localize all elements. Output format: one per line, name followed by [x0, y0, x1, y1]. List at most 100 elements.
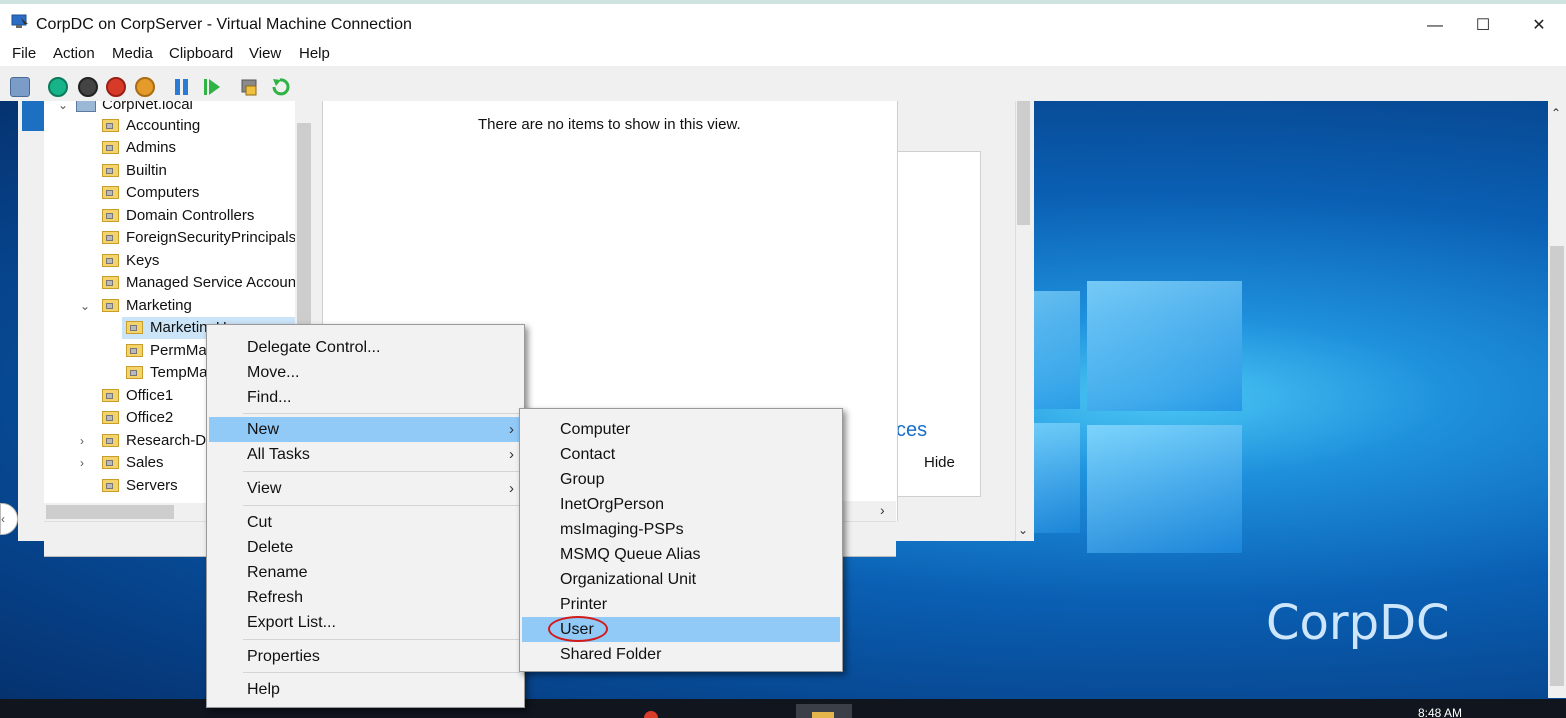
- ou-folder-icon: [102, 119, 119, 132]
- aduc-scroll-thumb[interactable]: [1017, 101, 1030, 225]
- menu-view[interactable]: View: [249, 45, 281, 62]
- menu-item-label: Shared Folder: [560, 646, 662, 663]
- revert-icon[interactable]: [270, 77, 290, 97]
- menu-item-label: MSMQ Queue Alias: [560, 546, 701, 563]
- tree-item-label: Builtin: [126, 162, 167, 179]
- tree-item-managed-service-accounts[interactable]: Managed Service Accounts: [102, 272, 308, 294]
- tree-hscroll-thumb[interactable]: [46, 505, 174, 519]
- logo-pane-tr: [1087, 281, 1242, 411]
- menu-item-move[interactable]: Move...: [209, 360, 522, 385]
- menu-item-new[interactable]: New ›: [209, 417, 522, 442]
- chevron-down-icon[interactable]: ⌄: [80, 295, 90, 317]
- pause-icon-bar: [183, 79, 188, 95]
- tree-item-label: Domain Controllers: [126, 207, 255, 224]
- pause-icon[interactable]: [175, 79, 180, 95]
- submenu-item-shared-folder[interactable]: Shared Folder: [522, 642, 840, 667]
- chevron-right-icon[interactable]: ›: [80, 452, 84, 474]
- chevron-up-icon[interactable]: ⌃: [1551, 106, 1561, 120]
- tree-item-domain-controllers[interactable]: Domain Controllers: [102, 205, 254, 227]
- menu-item-all-tasks[interactable]: All Tasks ›: [209, 442, 522, 467]
- menu-item-label: Delete: [247, 539, 294, 556]
- tree-item-accounting[interactable]: Accounting: [102, 115, 200, 137]
- tree-item-office2[interactable]: Office2: [102, 407, 173, 429]
- submenu-item-group[interactable]: Group: [522, 467, 840, 492]
- menu-media[interactable]: Media: [112, 45, 153, 62]
- start-icon[interactable]: [48, 77, 68, 97]
- menu-separator: [243, 471, 520, 472]
- tree-item-keys[interactable]: Keys: [102, 250, 159, 272]
- ou-folder-icon: [102, 141, 119, 154]
- ou-folder-icon: [102, 456, 119, 469]
- menu-separator: [243, 505, 520, 506]
- menu-separator: [243, 672, 520, 673]
- folder-icon: [102, 231, 119, 244]
- submenu-item-contact[interactable]: Contact: [522, 442, 840, 467]
- tree-item-label: Accounting: [126, 117, 201, 134]
- tree-item-label: Computers: [126, 184, 200, 201]
- tree-item-label: Office1: [126, 387, 174, 404]
- tree-item-office1[interactable]: Office1: [102, 385, 173, 407]
- menu-item-label: Move...: [247, 364, 300, 381]
- services-link[interactable]: ces: [896, 419, 927, 442]
- tree-item-label: Managed Service Accounts: [126, 274, 308, 291]
- hide-link[interactable]: Hide: [924, 454, 955, 471]
- menu-item-delete[interactable]: Delete: [209, 535, 522, 560]
- chevron-right-icon[interactable]: ›: [880, 502, 885, 518]
- context-menu: Delegate Control... Move... Find... New ›…: [206, 324, 525, 708]
- tree-item-computers[interactable]: Computers: [102, 182, 199, 204]
- tree-item-permmar[interactable]: PermMar: [126, 340, 212, 362]
- folder-icon: [812, 712, 834, 718]
- folder-icon: [102, 186, 119, 199]
- maximize-button[interactable]: ☐: [1460, 12, 1506, 40]
- tree-item-builtin[interactable]: Builtin: [102, 160, 167, 182]
- checkpoint-icon[interactable]: [240, 78, 260, 96]
- menu-item-cut[interactable]: Cut: [209, 510, 522, 535]
- submenu-item-organizational-unit[interactable]: Organizational Unit: [522, 567, 840, 592]
- shutdown-icon[interactable]: [106, 77, 126, 97]
- menu-item-find[interactable]: Find...: [209, 385, 522, 410]
- submenu-item-printer[interactable]: Printer: [522, 592, 840, 617]
- domain-icon: [76, 101, 96, 112]
- menu-item-view[interactable]: View ›: [209, 476, 522, 501]
- ou-folder-icon: [126, 366, 143, 379]
- menu-item-label: msImaging-PSPs: [560, 521, 684, 538]
- taskbar-clock[interactable]: 8:48 AM: [1418, 706, 1462, 718]
- menu-bar: File Action Media Clipboard View Help: [0, 38, 1566, 66]
- tree-item-label: Keys: [126, 252, 160, 269]
- folder-icon: [102, 164, 119, 177]
- menu-item-rename[interactable]: Rename: [209, 560, 522, 585]
- turn-off-icon[interactable]: [78, 77, 98, 97]
- taskbar-app-icon[interactable]: [644, 711, 658, 718]
- menu-item-refresh[interactable]: Refresh: [209, 585, 522, 610]
- tree-item-servers[interactable]: Servers: [102, 475, 178, 497]
- menu-item-help[interactable]: Help: [209, 677, 522, 702]
- tree-item-tempmar[interactable]: TempMar: [126, 362, 213, 384]
- menu-file[interactable]: File: [12, 45, 36, 62]
- ctrl-alt-del-icon[interactable]: [10, 77, 30, 97]
- ou-folder-icon: [102, 479, 119, 492]
- annotation-circle: [548, 616, 608, 642]
- menu-clipboard[interactable]: Clipboard: [169, 45, 233, 62]
- submenu-item-inetorgperson[interactable]: InetOrgPerson: [522, 492, 840, 517]
- chevron-right-icon[interactable]: ›: [80, 430, 84, 452]
- vm-vscroll-thumb[interactable]: [1550, 246, 1564, 686]
- logo-pane-bl: [1032, 423, 1080, 533]
- menu-action[interactable]: Action: [53, 45, 95, 62]
- reset-icon[interactable]: [203, 78, 221, 96]
- tree-item-foreign-security-principals[interactable]: ForeignSecurityPrincipals: [102, 227, 296, 249]
- menu-item-export-list[interactable]: Export List...: [209, 610, 522, 635]
- menu-item-properties[interactable]: Properties: [209, 644, 522, 669]
- menu-help[interactable]: Help: [299, 45, 330, 62]
- chevron-down-icon[interactable]: ⌄: [1018, 523, 1028, 537]
- save-icon[interactable]: [135, 77, 155, 97]
- close-button[interactable]: ✕: [1516, 12, 1562, 40]
- submenu-item-msimaging-psps[interactable]: msImaging-PSPs: [522, 517, 840, 542]
- submenu-item-computer[interactable]: Computer: [522, 417, 840, 442]
- minimize-button[interactable]: —: [1412, 12, 1458, 40]
- tree-item-admins[interactable]: Admins: [102, 137, 176, 159]
- submenu-item-msmq-queue-alias[interactable]: MSMQ Queue Alias: [522, 542, 840, 567]
- chevron-right-icon: ›: [509, 480, 514, 497]
- tree-item-label: Sales: [126, 454, 164, 471]
- menu-item-delegate-control[interactable]: Delegate Control...: [209, 335, 522, 360]
- logo-pane-tl: [1032, 291, 1080, 409]
